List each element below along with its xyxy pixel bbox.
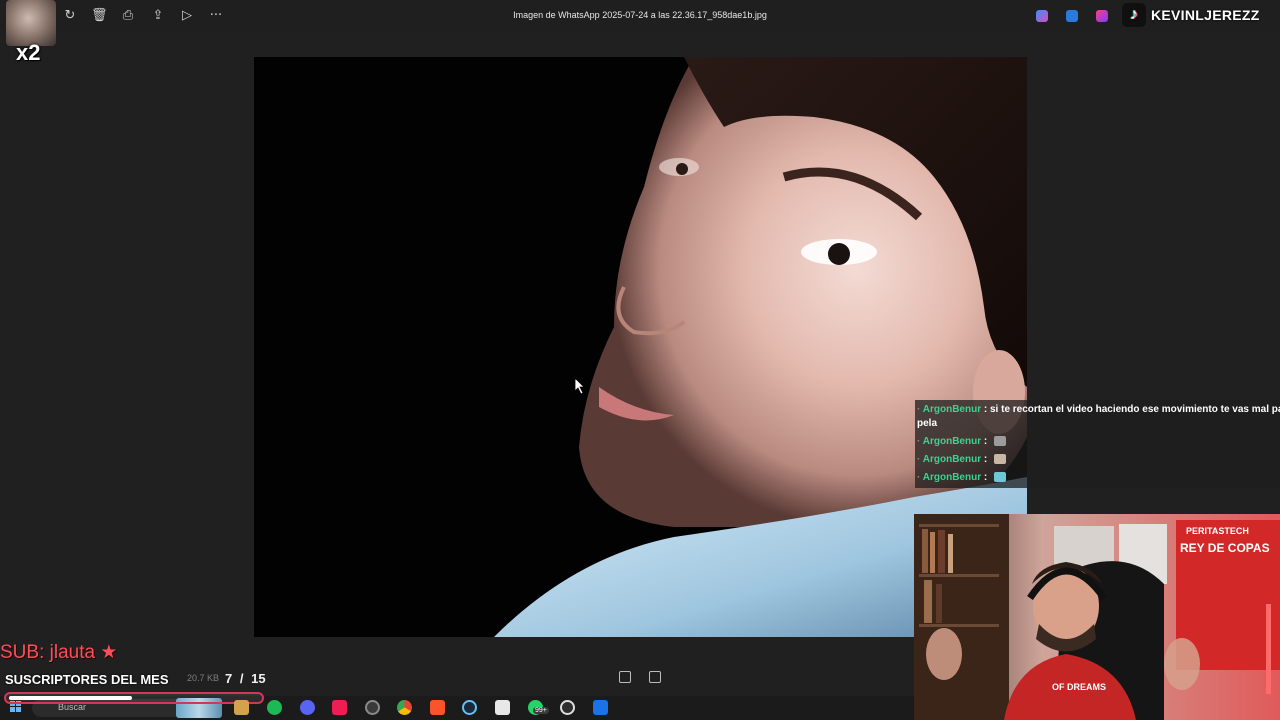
star-icon: ★ [100,642,118,663]
print-icon[interactable]: ⎙ [120,8,136,24]
slideshow-icon[interactable]: ▷ [179,8,195,24]
stream-chat-overlay: · ArgonBenur : si te recortan el video h… [915,400,1280,488]
chrome-icon[interactable] [397,700,412,715]
counter-separator: / [239,671,244,686]
media-player-icon[interactable] [560,700,575,715]
photo-viewer-toolbar: ↻ 🗑 ⎙ ⇪ ▷ ··· Imagen de WhatsApp 2025-07… [0,0,1280,32]
spotify-icon[interactable] [267,700,282,715]
file-title: Imagen de WhatsApp 2025-07-24 a las 22.3… [513,10,767,20]
copilot-icon[interactable] [1036,10,1048,22]
designer-icon[interactable] [1096,10,1108,22]
chat-username: ArgonBenur [922,436,982,447]
displayed-photo[interactable] [254,57,1027,637]
chat-username: ArgonBenur [922,454,982,465]
edit-icon[interactable] [1066,10,1078,22]
tiktok-icon: ♪ [1122,3,1146,27]
fit-to-window-icon[interactable] [619,671,631,683]
tiktok-app-icon[interactable] [332,700,347,715]
sub-alert: SUB: jlauta ★ [0,641,117,664]
chat-message: · ArgonBenur : [917,436,1006,447]
image-counter: 7 / 15 [223,671,268,686]
chat-message-continuation: pela [917,418,938,429]
more-icon[interactable]: ··· [208,8,224,24]
chat-text: si te recortan el video haciendo ese mov… [990,404,1280,415]
total-count: 15 [251,671,266,686]
calendar-icon[interactable] [495,700,510,715]
photos-app-icon[interactable] [593,700,608,715]
emote-icon [994,454,1006,465]
subs-of-month-title: SUSCRIPTORES DEL MES [5,672,169,687]
banner-main-text: REY DE COPAS [1180,541,1270,555]
mouse-cursor-icon [575,378,585,394]
sub-alert-text: SUB: jlauta [0,642,96,663]
chat-username: ArgonBenur [922,404,982,415]
webcam-feed: PERITASTECH REY DE COPAS OF DREAMS [914,514,1280,720]
share-icon[interactable]: ⇪ [150,8,166,24]
delete-icon[interactable]: 🗑 [91,8,108,24]
multiplier-label: x2 [16,40,41,65]
file-size: 20.7 KB [187,673,220,683]
tiktok-handle: KEVINLJEREZZ [1151,7,1260,23]
rotate-icon[interactable]: ↻ [62,8,78,24]
tiktok-handle-overlay: ♪ KEVINLJEREZZ [1122,3,1280,27]
webcam-scene: PERITASTECH REY DE COPAS OF DREAMS [914,514,1280,720]
banner-top-text: PERITASTECH [1186,526,1249,536]
brave-icon[interactable] [430,700,445,715]
file-explorer-icon[interactable] [234,700,249,715]
subs-progress-fill [9,696,132,700]
obs-icon[interactable] [365,700,380,715]
chat-message: · ArgonBenur : [917,472,1006,483]
emote-icon [994,436,1006,447]
chat-message: · ArgonBenur : si te recortan el video h… [917,404,1280,415]
current-index: 7 [225,671,233,686]
discord-icon[interactable] [300,700,315,715]
photo-portrait [254,57,1027,637]
fullscreen-icon[interactable] [649,671,661,683]
emote-icon [994,472,1006,483]
chat-message: · ArgonBenur : [917,454,1006,465]
shirt-text: OF DREAMS [1052,682,1106,692]
notification-badge: 99+ [533,707,549,714]
chat-username: ArgonBenur [922,472,982,483]
screen: ↻ 🗑 ⎙ ⇪ ▷ ··· Imagen de WhatsApp 2025-07… [0,0,1280,720]
subs-progress-bar [4,692,264,704]
steam-icon[interactable] [462,700,477,715]
